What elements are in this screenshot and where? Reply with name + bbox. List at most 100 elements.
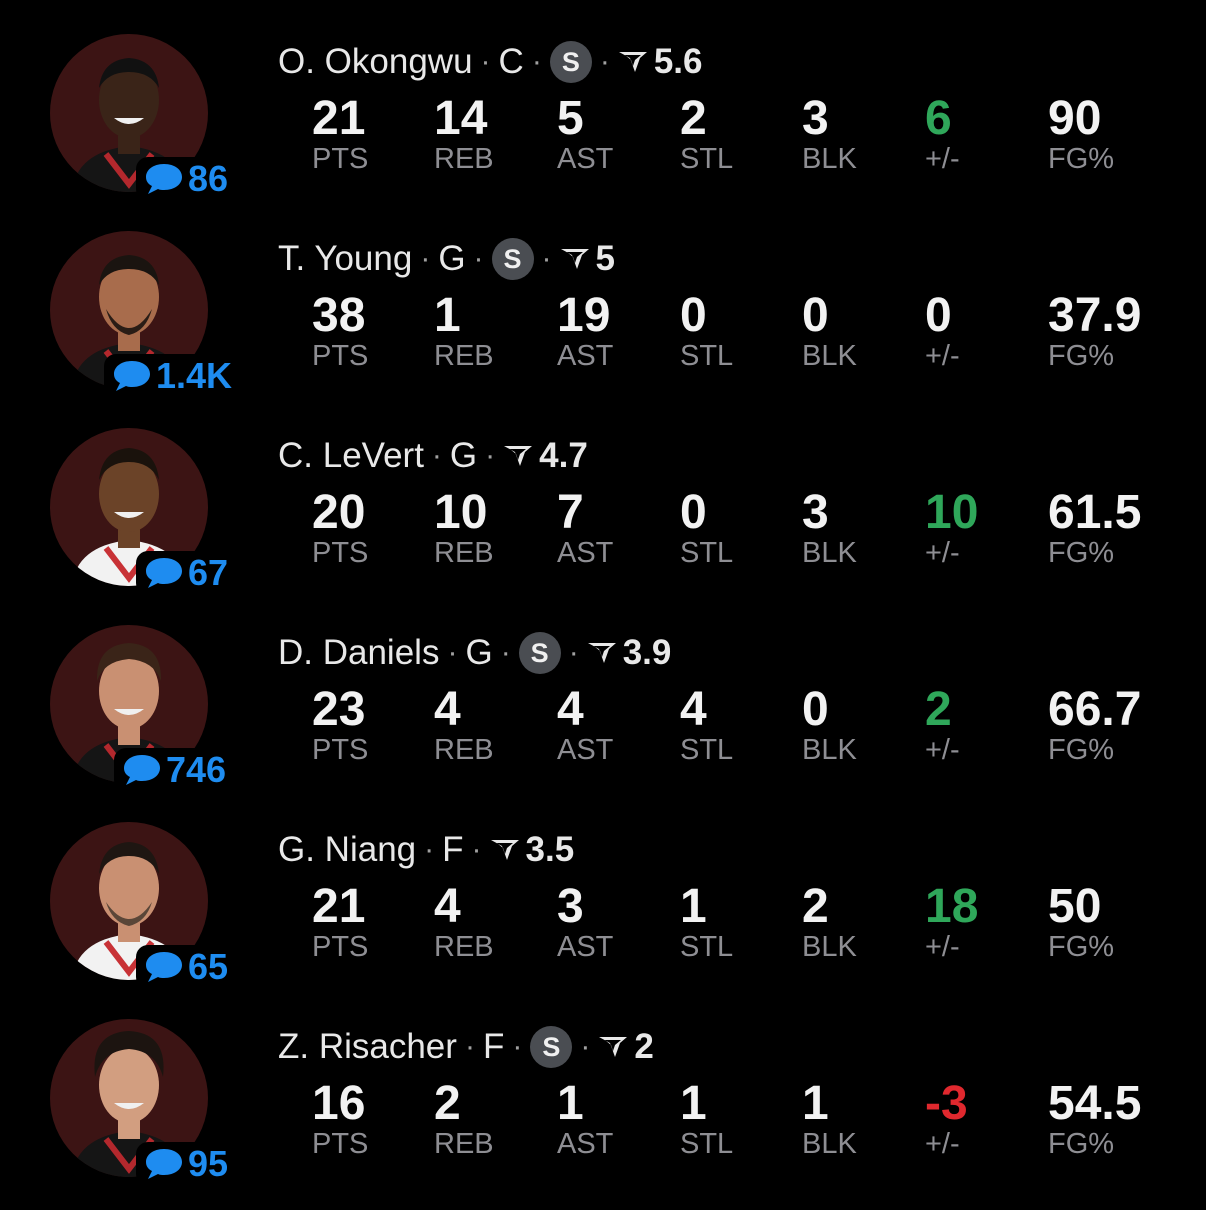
stat-value: 1: [680, 880, 707, 933]
stat-blk: 0 BLK: [802, 681, 857, 765]
player-name[interactable]: G. Niang: [278, 830, 416, 870]
separator: ·: [420, 242, 431, 275]
stat-value: 16: [312, 1077, 366, 1130]
stat-fg-pct: 90 FG%: [1048, 90, 1114, 174]
stat-label: REB: [434, 537, 494, 569]
comment-count-badge[interactable]: 65: [136, 945, 237, 989]
stat-label: STL: [680, 143, 734, 175]
player-row[interactable]: 95 Z. Risacher · F · S · 2 16 PTS 2 REB 1A…: [0, 985, 1206, 1186]
player-position: F: [482, 1027, 505, 1066]
stat-label: PTS: [312, 340, 369, 372]
stat-label: FG%: [1048, 734, 1115, 766]
comment-count-badge[interactable]: 95: [136, 1142, 237, 1186]
player-position: G: [449, 436, 478, 475]
stat-plus-minus: -3 +/-: [925, 1075, 968, 1159]
stat-label: FG%: [1048, 340, 1115, 372]
stat-label: REB: [434, 1128, 494, 1160]
separator: ·: [485, 439, 496, 472]
stat-label: REB: [434, 340, 494, 372]
stat-stl: 4 STL: [680, 681, 733, 765]
stat-label: BLK: [802, 931, 857, 963]
stat-value: 0: [680, 486, 707, 539]
stat-value: 2: [925, 683, 952, 736]
stat-label: BLK: [802, 734, 857, 766]
chat-bubble-icon: [112, 359, 152, 393]
stat-label: PTS: [312, 143, 369, 175]
player-name[interactable]: C. LeVert: [278, 436, 424, 476]
stat-reb: 2 REB: [434, 1075, 494, 1159]
stat-label: AST: [557, 734, 614, 766]
stat-stl: 1 STL: [680, 878, 733, 962]
stat-label: REB: [434, 931, 494, 963]
player-info-line: C. LeVert · G · 4.7: [278, 434, 588, 478]
stat-value: 0: [680, 289, 707, 342]
rating-logo-icon: [598, 1035, 628, 1059]
starter-badge-icon: S: [530, 1026, 573, 1068]
chat-bubble-icon: [144, 1147, 184, 1181]
stat-blk: 0 BLK: [802, 287, 857, 371]
player-info-line: G. Niang · F · 3.5: [278, 828, 574, 872]
stat-label: +/-: [925, 143, 960, 175]
comment-count: 746: [166, 749, 227, 790]
stat-value: 5: [557, 92, 584, 145]
stat-value: 3: [802, 486, 829, 539]
stat-ast: 7 AST: [557, 484, 613, 568]
chat-bubble-icon: [122, 753, 162, 787]
stat-value: 4: [557, 683, 584, 736]
player-name[interactable]: O. Okongwu: [278, 42, 473, 82]
stat-value: 7: [557, 486, 584, 539]
rating-logo-icon: [560, 247, 590, 271]
separator: ·: [500, 636, 511, 669]
player-row[interactable]: 1.4K T. Young · G · S · 5 38 PTS 1 REB 19 A…: [0, 197, 1206, 398]
player-row[interactable]: 67 C. LeVert · G · 4.7 20 PTS 10 REB 7 AST …: [0, 394, 1206, 595]
player-rating: 3.5: [525, 830, 575, 869]
player-row[interactable]: 86 O. Okongwu · C · S · 5.6 21 PTS 14 REB …: [0, 0, 1206, 201]
player-row[interactable]: 746 D. Daniels · G · S · 3.9 23 PTS 4 REB …: [0, 591, 1206, 792]
stat-value: 3: [802, 92, 829, 145]
stat-value: 4: [434, 683, 461, 736]
starter-badge-icon: S: [549, 41, 592, 83]
player-name[interactable]: T. Young: [278, 239, 412, 279]
rating-logo-icon: [618, 50, 648, 74]
stat-value: 0: [802, 683, 829, 736]
stat-blk: 3 BLK: [802, 484, 857, 568]
comment-count-badge[interactable]: 746: [114, 748, 235, 792]
separator: ·: [447, 636, 458, 669]
stat-label: PTS: [312, 1128, 369, 1160]
stat-value: 0: [925, 289, 952, 342]
separator: ·: [541, 242, 552, 275]
player-rating: 5: [595, 239, 616, 278]
stat-stl: 0 STL: [680, 484, 733, 568]
stat-ast: 19 AST: [557, 287, 613, 371]
player-name[interactable]: Z. Risacher: [278, 1027, 457, 1067]
stat-label: PTS: [312, 537, 369, 569]
comment-count-badge[interactable]: 86: [136, 157, 237, 201]
player-name[interactable]: D. Daniels: [278, 633, 439, 673]
stat-pts: 16 PTS: [312, 1075, 368, 1159]
starter-badge-icon: S: [518, 632, 561, 674]
player-stats-list: 86 O. Okongwu · C · S · 5.6 21 PTS 14 REB …: [0, 0, 1206, 1210]
stat-label: BLK: [802, 537, 857, 569]
stat-label: STL: [680, 931, 734, 963]
stat-plus-minus: 2 +/-: [925, 681, 960, 765]
comment-count: 86: [188, 158, 229, 199]
stat-value: 4: [434, 880, 461, 933]
stat-fg-pct: 50 FG%: [1048, 878, 1114, 962]
stat-label: REB: [434, 143, 494, 175]
stat-value: 2: [434, 1077, 461, 1130]
stat-fg-pct: 54.5 FG%: [1048, 1075, 1141, 1159]
player-row[interactable]: 65 G. Niang · F · 3.5 21 PTS 4 REB 3 AST 1S…: [0, 788, 1206, 989]
comment-count-badge[interactable]: 67: [136, 551, 237, 595]
stat-label: +/-: [925, 734, 960, 766]
stat-fg-pct: 37.9 FG%: [1048, 287, 1141, 371]
stat-blk: 3 BLK: [802, 90, 857, 174]
comment-count-badge[interactable]: 1.4K: [104, 354, 241, 398]
separator: ·: [599, 45, 610, 78]
stat-plus-minus: 6 +/-: [925, 90, 960, 174]
stat-value: 2: [802, 880, 829, 933]
stat-label: AST: [557, 1128, 614, 1160]
stat-label: BLK: [802, 143, 857, 175]
stat-stl: 2 STL: [680, 90, 733, 174]
separator: ·: [568, 636, 579, 669]
stat-value: 1: [680, 1077, 707, 1130]
